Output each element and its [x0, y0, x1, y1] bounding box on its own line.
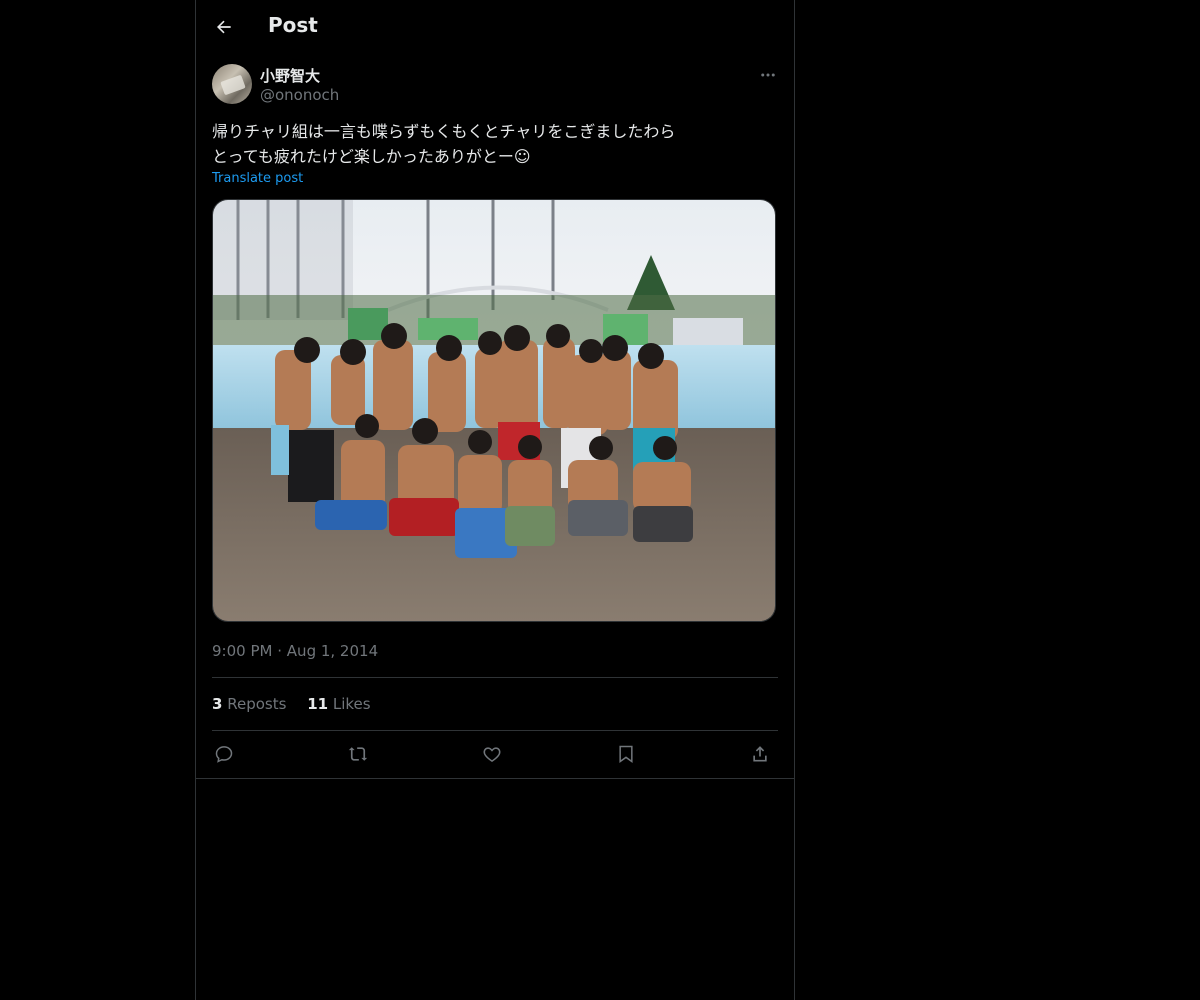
post-header: Post — [196, 0, 794, 53]
bookmark-button[interactable] — [614, 742, 638, 766]
reply-icon — [215, 746, 233, 763]
author-handle[interactable]: @ononoch — [260, 86, 339, 104]
likes-label: Likes — [332, 695, 371, 713]
repost-button[interactable] — [346, 742, 370, 766]
post-time: 9:00 PM — [212, 642, 273, 660]
reposts-stat[interactable]: 3 Reposts — [212, 695, 286, 713]
reposts-label: Reposts — [227, 695, 287, 713]
more-button[interactable] — [756, 64, 780, 86]
group-photo-image — [213, 200, 775, 621]
divider — [196, 778, 794, 779]
time-separator: · — [277, 642, 283, 660]
post-date: Aug 1, 2014 — [286, 642, 379, 660]
share-button[interactable] — [748, 742, 772, 766]
repost-icon — [348, 747, 368, 761]
post-timestamp[interactable]: 9:00 PM · Aug 1, 2014 — [212, 642, 378, 660]
like-button[interactable] — [480, 742, 504, 766]
avatar[interactable] — [212, 64, 252, 104]
post-photo[interactable] — [212, 199, 776, 622]
more-horizontal-icon — [761, 73, 775, 77]
post-stats: 3 Reposts 11 Likes — [212, 695, 387, 713]
reply-button[interactable] — [212, 742, 236, 766]
author-name[interactable]: 小野智大 — [260, 65, 320, 86]
back-button[interactable] — [208, 11, 240, 43]
translate-post-link[interactable]: Translate post — [212, 171, 303, 186]
arrow-left-icon — [217, 20, 231, 34]
likes-stat[interactable]: 11 Likes — [307, 695, 370, 713]
page-title: Post — [268, 13, 318, 37]
reposts-count: 3 — [212, 695, 223, 713]
divider — [212, 677, 778, 678]
post-actions — [212, 742, 778, 766]
post-text: 帰りチャリ組は一言も喋らずもくもくとチャリをこぎましたわら とっても疲れたけど楽… — [212, 122, 676, 166]
heart-icon — [483, 747, 501, 762]
divider — [212, 730, 778, 731]
likes-count: 11 — [307, 695, 329, 713]
share-icon — [753, 746, 767, 762]
bookmark-icon — [619, 745, 633, 763]
post-column: Post 小野智大 @ononoch 帰りチャリ組は一言も喋らずもくもくとチャリ… — [195, 0, 795, 1000]
